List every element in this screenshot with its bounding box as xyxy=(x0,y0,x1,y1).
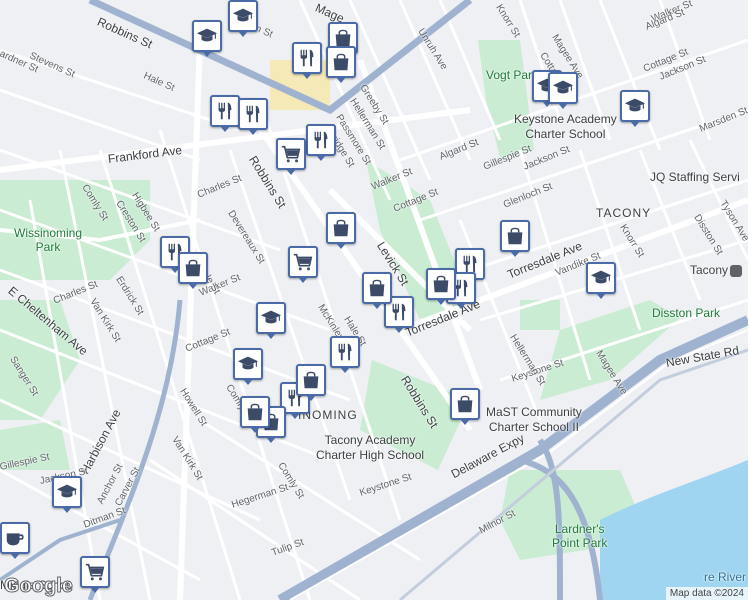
school-icon xyxy=(232,5,254,27)
poi-mast-line2: Charter School II xyxy=(488,420,579,434)
shopping-pin[interactable] xyxy=(426,268,456,305)
restaurant-pin[interactable] xyxy=(292,42,322,79)
poi-keystone-academy[interactable]: Keystone Academy Charter School xyxy=(514,112,617,142)
school-pin[interactable] xyxy=(228,0,258,37)
school-icon xyxy=(260,307,282,329)
school-pin[interactable] xyxy=(52,476,82,513)
restaurant-icon xyxy=(388,301,410,323)
shopping-pin[interactable] xyxy=(362,272,392,309)
shopping-pin[interactable] xyxy=(450,388,480,425)
coffee-pin[interactable] xyxy=(0,522,30,559)
restaurant-icon xyxy=(214,100,236,122)
restaurant-icon xyxy=(296,47,318,69)
neighborhood-tacony: TACONY xyxy=(596,206,652,220)
poi-tacony-station[interactable]: Tacony xyxy=(690,263,743,278)
train-station-icon xyxy=(730,264,743,277)
river-label: re River xyxy=(704,570,747,584)
school-pin[interactable] xyxy=(256,302,286,339)
park-wissinoming: Wissinoming Park xyxy=(14,226,82,254)
shopping-pin[interactable] xyxy=(326,46,356,83)
shopping-pin[interactable] xyxy=(296,364,326,401)
map-view[interactable]: TACONY INOMING Wissinoming Park Vogt Par… xyxy=(0,0,748,600)
restaurant-icon xyxy=(310,129,332,151)
school-pin[interactable] xyxy=(548,72,578,109)
shopping-pin[interactable] xyxy=(326,212,356,249)
shopping-icon xyxy=(504,225,526,247)
park-wissinoming-line2: Park xyxy=(35,240,61,254)
school-icon xyxy=(552,77,574,99)
cart-pin[interactable] xyxy=(288,246,318,283)
school-icon xyxy=(624,95,646,117)
poi-keystone-line1: Keystone Academy xyxy=(514,112,617,126)
school-pin[interactable] xyxy=(620,90,650,127)
school-icon xyxy=(237,353,259,375)
poi-mast-line1: MaST Community xyxy=(486,405,582,419)
cart-icon xyxy=(292,251,314,273)
shopping-pin[interactable] xyxy=(240,396,270,433)
cart-pin[interactable] xyxy=(80,556,110,593)
restaurant-pin[interactable] xyxy=(306,124,336,161)
restaurant-pin[interactable] xyxy=(210,95,240,132)
poi-mast-community[interactable]: MaST Community Charter School II xyxy=(486,405,582,435)
cart-icon xyxy=(280,143,302,165)
school-pin[interactable] xyxy=(233,348,263,385)
poi-tacony-academy-line2: Charter High School xyxy=(316,448,425,462)
shopping-icon xyxy=(366,277,388,299)
shopping-icon xyxy=(300,369,322,391)
shopping-icon xyxy=(330,51,352,73)
school-icon xyxy=(56,481,78,503)
google-logo: Google xyxy=(4,575,74,598)
shopping-pin[interactable] xyxy=(178,252,208,289)
school-icon xyxy=(196,25,218,47)
poi-tacony-academy[interactable]: Tacony Academy Charter High School xyxy=(316,433,424,463)
cart-icon xyxy=(84,561,106,583)
park-lardners-line2: Point Park xyxy=(552,536,608,550)
poi-tacony-academy-line1: Tacony Academy xyxy=(324,433,416,447)
map-attribution[interactable]: Map data ©2024 xyxy=(665,587,748,600)
poi-jq-staffing[interactable]: JQ Staffing Servi xyxy=(650,170,740,185)
restaurant-icon xyxy=(334,341,356,363)
shopping-icon xyxy=(454,393,476,415)
school-pin[interactable] xyxy=(586,262,616,299)
school-icon xyxy=(590,267,612,289)
cart-pin[interactable] xyxy=(276,138,306,175)
shopping-pin[interactable] xyxy=(500,220,530,257)
coffee-icon xyxy=(4,527,26,549)
shopping-icon xyxy=(182,257,204,279)
park-disston: Disston Park xyxy=(652,306,721,320)
restaurant-pin[interactable] xyxy=(238,98,268,135)
poi-keystone-line2: Charter School xyxy=(525,127,606,141)
poi-tacony-station-label: Tacony xyxy=(690,263,729,277)
park-wissinoming-line1: Wissinoming xyxy=(14,226,83,240)
restaurant-icon xyxy=(242,103,264,125)
restaurant-pin[interactable] xyxy=(330,336,360,373)
shopping-icon xyxy=(330,217,352,239)
park-lardners-line1: Lardner's xyxy=(554,522,605,536)
school-pin[interactable] xyxy=(192,20,222,57)
shopping-icon xyxy=(430,273,452,295)
park-lardners: Lardner's Point Park xyxy=(552,522,607,550)
shopping-icon xyxy=(244,401,266,423)
park-vogt: Vogt Park xyxy=(486,68,539,82)
